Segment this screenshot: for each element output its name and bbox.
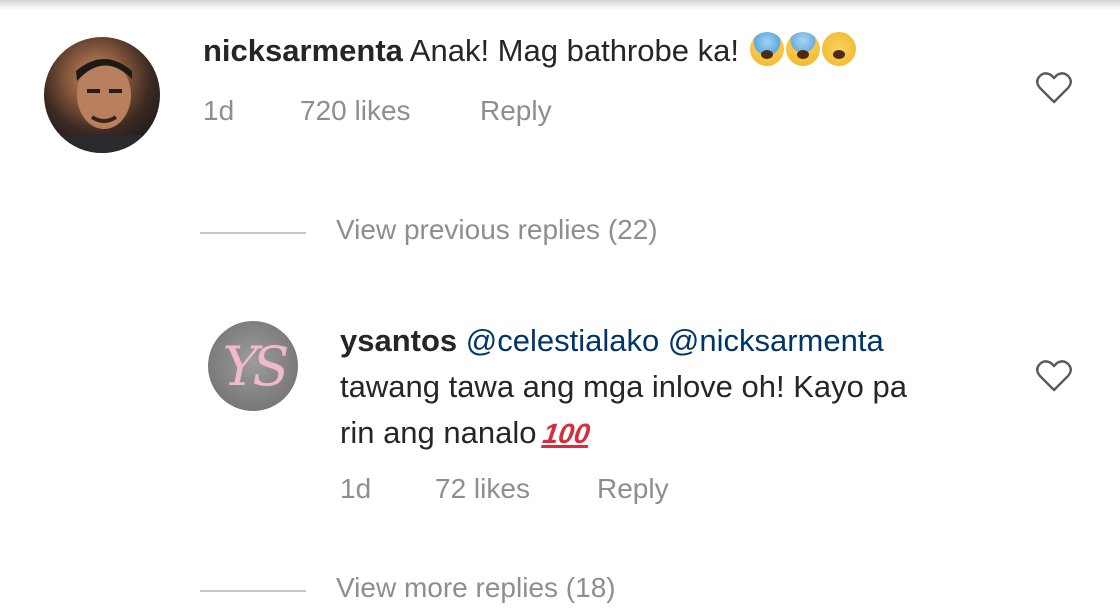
reply-thread-divider — [200, 232, 306, 234]
view-more-replies-button[interactable]: View more replies (18) — [200, 570, 700, 610]
comment-1-body: Anak! Mag bathrobe ka! — [409, 33, 739, 68]
mention-celestialako[interactable]: @celestialako — [466, 323, 659, 358]
comment-1-reply-button[interactable]: Reply — [480, 95, 552, 127]
comment-2-text-line-2: tawang tawa ang mga inlove oh! Kayo pa — [340, 369, 907, 404]
username-ysantos[interactable]: ysantos — [340, 323, 457, 358]
comment-2-meta: 1d 72 likes Reply — [340, 473, 720, 509]
view-previous-replies-label: View previous replies (22) — [336, 214, 658, 245]
reply-thread-divider — [200, 590, 306, 592]
like-heart-icon[interactable] — [1034, 356, 1074, 396]
comment-2-text-line-1: ysantos @celestialako @nicksarmenta — [340, 318, 884, 364]
comment-1-text: nicksarmenta Anak! Mag bathrobe ka! — [203, 28, 856, 74]
comment-2-text-line-3-body: rin ang nanalo — [340, 415, 537, 450]
view-more-replies-label: View more replies (18) — [336, 572, 616, 603]
mention-nicksarmenta[interactable]: @nicksarmenta — [668, 323, 884, 358]
comment-1-meta: 1d 720 likes Reply — [203, 95, 623, 131]
comment-2-text-line-3: rin ang nanalo 100 — [340, 410, 592, 457]
avatar-nicksarmenta[interactable] — [44, 37, 160, 153]
comment-2-timestamp: 1d — [340, 473, 372, 504]
view-previous-replies-button[interactable]: View previous replies (22) — [200, 212, 700, 252]
hundred-points-emoji-icon: 100 — [540, 418, 592, 449]
ys-monogram-logo: YS — [222, 334, 290, 398]
profile-photo-icon — [44, 59, 160, 153]
screaming-face-emoji-icon — [749, 32, 784, 66]
avatar-ysantos[interactable]: YS — [208, 321, 298, 411]
weary-face-emoji-icon — [821, 32, 856, 66]
comment-1-timestamp: 1d — [203, 95, 235, 126]
username-nicksarmenta[interactable]: nicksarmenta — [203, 33, 403, 68]
comment-2-likes[interactable]: 72 likes — [435, 473, 530, 505]
anxious-sweat-face-emoji-icon — [785, 32, 820, 66]
comment-2-reply-button[interactable]: Reply — [597, 473, 669, 505]
top-edge-shadow — [0, 0, 1120, 10]
like-heart-icon[interactable] — [1034, 68, 1074, 108]
comment-1-likes[interactable]: 720 likes — [300, 95, 411, 127]
